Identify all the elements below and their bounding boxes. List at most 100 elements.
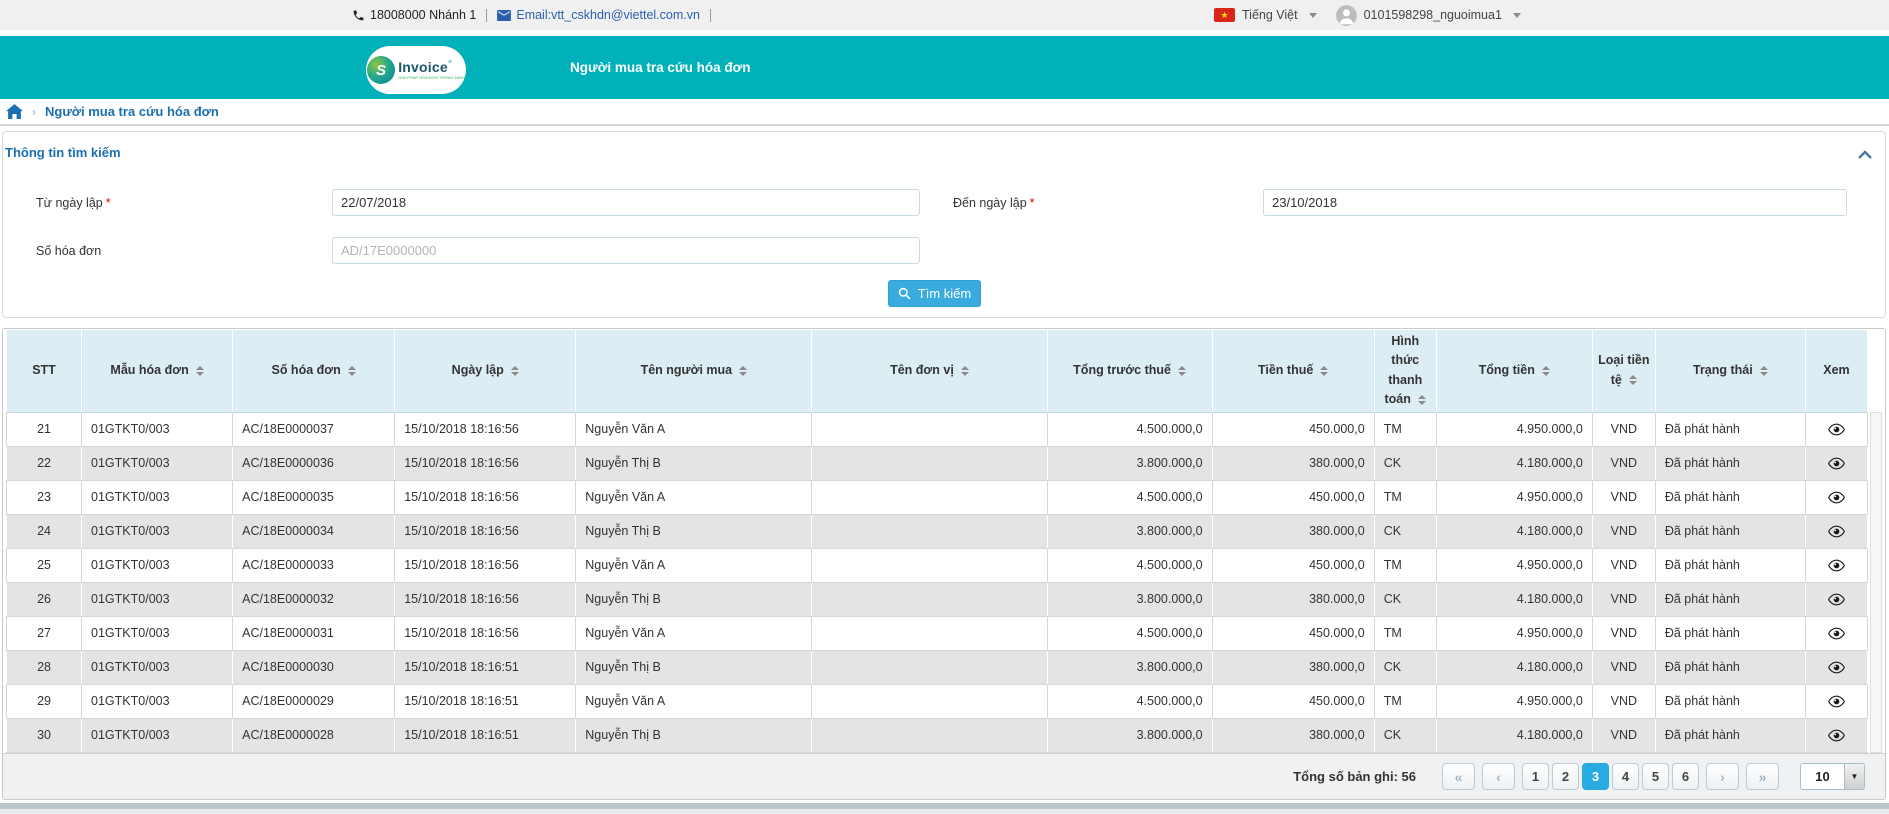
column-header[interactable]: Tiền thuế [1212, 330, 1374, 413]
column-header[interactable]: Loại tiền tệ [1592, 330, 1655, 413]
cell-form: 01GTKT0/003 [82, 446, 233, 480]
column-header[interactable]: Tổng tiền [1436, 330, 1592, 413]
user-area: ★ Tiếng Việt 0101598298_nguoimua1 [1214, 0, 1525, 30]
cell-form: 01GTKT0/003 [82, 548, 233, 582]
cell-number: AC/18E0000028 [233, 718, 395, 752]
cell-pre-tax: 4.500.000,0 [1047, 616, 1212, 650]
cell-stt: 22 [7, 446, 82, 480]
cell-pre-tax: 3.800.000,0 [1047, 514, 1212, 548]
from-date-input[interactable] [332, 189, 920, 216]
first-page-button[interactable]: « [1442, 763, 1475, 790]
page-button[interactable]: 5 [1642, 763, 1669, 790]
eye-icon[interactable] [1828, 491, 1845, 504]
language-selector[interactable]: Tiếng Việt [1242, 8, 1298, 22]
cell-pre-tax: 4.500.000,0 [1047, 548, 1212, 582]
cell-stt: 24 [7, 514, 82, 548]
sort-icon[interactable] [1542, 366, 1550, 376]
column-header[interactable]: Tổng trước thuế [1047, 330, 1212, 413]
cell-date: 15/10/2018 18:16:51 [395, 684, 576, 718]
logo-s-icon: S [367, 56, 395, 84]
page-size-select[interactable]: 10▼ [1800, 763, 1865, 790]
cell-currency: VND [1592, 514, 1655, 548]
email-address[interactable]: Email:vtt_cskhdn@viettel.com.vn [516, 8, 700, 22]
breadcrumb: › Người mua tra cứu hóa đơn [0, 99, 1889, 126]
prev-page-button[interactable]: ‹ [1482, 763, 1515, 790]
sort-icon[interactable] [739, 366, 747, 376]
cell-stt: 30 [7, 718, 82, 752]
table-row: 2701GTKT0/003AC/18E000003115/10/2018 18:… [7, 616, 1868, 650]
to-date-input[interactable] [1263, 189, 1847, 216]
cell-buyer: Nguyễn Văn A [576, 548, 812, 582]
cell-view [1805, 718, 1867, 752]
collapse-panel-button[interactable] [1858, 146, 1872, 164]
sort-icon[interactable] [1178, 366, 1186, 376]
cell-number: AC/18E0000030 [233, 650, 395, 684]
cell-view [1805, 616, 1867, 650]
cell-payment: TM [1374, 480, 1436, 514]
eye-icon[interactable] [1828, 457, 1845, 470]
total-records-label: Tổng số bản ghi: 56 [1293, 769, 1416, 784]
cell-pre-tax: 3.800.000,0 [1047, 718, 1212, 752]
eye-icon[interactable] [1828, 525, 1845, 538]
last-page-button[interactable]: » [1746, 763, 1779, 790]
page-title: Người mua tra cứu hóa đơn [570, 36, 751, 99]
table-footer: Tổng số bản ghi: 56 « ‹ 123456 › » 10▼ [3, 753, 1885, 799]
page-button[interactable]: 1 [1522, 763, 1549, 790]
cell-view [1805, 480, 1867, 514]
column-header[interactable]: Ngày lập [395, 330, 576, 413]
cell-buyer: Nguyễn Thị B [576, 718, 812, 752]
cell-pre-tax: 3.800.000,0 [1047, 446, 1212, 480]
pagination: « ‹ 123456 › » 10▼ [1442, 763, 1865, 790]
sort-icon[interactable] [348, 366, 356, 376]
username[interactable]: 0101598298_nguoimua1 [1364, 8, 1502, 22]
cell-tax: 380.000,0 [1212, 650, 1374, 684]
eye-icon[interactable] [1828, 593, 1845, 606]
column-header[interactable]: Mẫu hóa đơn [82, 330, 233, 413]
next-page-button[interactable]: › [1706, 763, 1739, 790]
column-header[interactable]: Hình thức thanh toán [1374, 330, 1436, 413]
avatar[interactable] [1336, 5, 1357, 26]
caret-down-icon[interactable] [1513, 13, 1521, 18]
table-scrollbar[interactable] [1870, 412, 1882, 753]
column-header[interactable]: Trạng thái [1655, 330, 1805, 413]
sort-icon[interactable] [196, 366, 204, 376]
caret-down-icon[interactable] [1309, 13, 1317, 18]
sort-icon[interactable] [1760, 366, 1768, 376]
column-header[interactable]: Tên đơn vị [812, 330, 1047, 413]
page-button[interactable]: 6 [1672, 763, 1699, 790]
sinvoice-logo[interactable]: S Invoice” GIẢI PHÁP HÓA ĐƠN THÔNG MINH [366, 46, 466, 94]
results-panel: STTMẫu hóa đơnSố hóa đơnNgày lậpTên ngườ… [2, 328, 1886, 800]
cell-stt: 21 [7, 412, 82, 446]
table-row: 2201GTKT0/003AC/18E000003615/10/2018 18:… [7, 446, 1868, 480]
page-button[interactable]: 4 [1612, 763, 1639, 790]
cell-currency: VND [1592, 446, 1655, 480]
caret-down-icon[interactable]: ▼ [1844, 764, 1864, 789]
eye-icon[interactable] [1828, 423, 1845, 436]
cell-tax: 450.000,0 [1212, 548, 1374, 582]
cell-tax: 450.000,0 [1212, 412, 1374, 446]
eye-icon[interactable] [1828, 729, 1845, 742]
eye-icon[interactable] [1828, 695, 1845, 708]
eye-icon[interactable] [1828, 627, 1845, 640]
sort-icon[interactable] [1418, 395, 1426, 405]
sort-icon[interactable] [1320, 366, 1328, 376]
cell-view [1805, 582, 1867, 616]
page-button[interactable]: 3 [1582, 763, 1609, 790]
page-button[interactable]: 2 [1552, 763, 1579, 790]
search-button[interactable]: Tìm kiếm [888, 280, 981, 307]
column-header[interactable]: Số hóa đơn [233, 330, 395, 413]
cell-buyer: Nguyễn Thị B [576, 446, 812, 480]
sort-icon[interactable] [511, 366, 519, 376]
home-icon[interactable] [6, 104, 23, 119]
eye-icon[interactable] [1828, 559, 1845, 572]
sort-icon[interactable] [1629, 375, 1637, 385]
cell-buyer: Nguyễn Thị B [576, 582, 812, 616]
cell-date: 15/10/2018 18:16:51 [395, 718, 576, 752]
invoice-number-input[interactable] [332, 237, 920, 264]
cell-status: Đã phát hành [1655, 616, 1805, 650]
cell-buyer: Nguyễn Văn A [576, 480, 812, 514]
sort-icon[interactable] [961, 366, 969, 376]
cell-unit [812, 480, 1047, 514]
column-header[interactable]: Tên người mua [576, 330, 812, 413]
eye-icon[interactable] [1828, 661, 1845, 674]
